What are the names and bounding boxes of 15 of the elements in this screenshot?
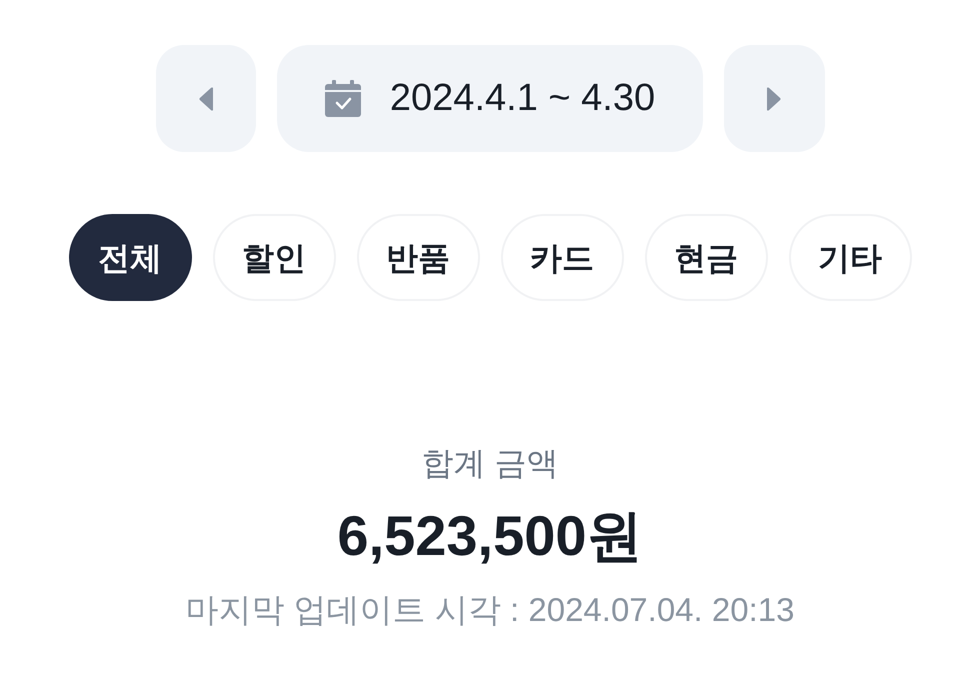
filter-chip[interactable]: 할인 [212, 214, 336, 301]
right-triangle-icon [767, 86, 781, 110]
filter-chip[interactable]: 기타 [788, 214, 912, 301]
last-updated-text: 마지막 업데이트 시각 : 2024.07.04. 20:13 [186, 590, 794, 630]
calendar-icon [324, 80, 362, 118]
total-label: 합계 금액 [422, 444, 558, 483]
filter-chip[interactable]: 현금 [644, 214, 768, 301]
left-triangle-icon [198, 86, 212, 110]
filter-chip[interactable]: 반품 [356, 214, 480, 301]
next-button[interactable] [724, 45, 824, 152]
previous-button[interactable] [156, 45, 256, 152]
filter-chip[interactable]: 전체 [68, 214, 192, 301]
total-amount: 6,523,500원 [337, 503, 643, 569]
date-range-button[interactable]: 2024.4.1 ~ 4.30 [276, 45, 702, 152]
filter-chip[interactable]: 카드 [500, 214, 624, 301]
